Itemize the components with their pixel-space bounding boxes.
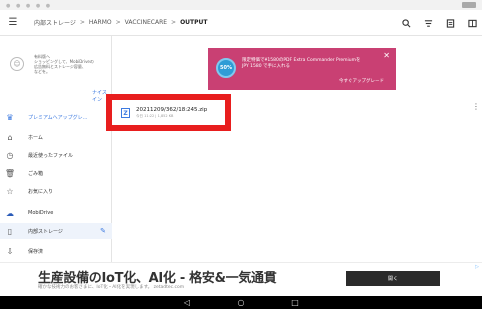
notification-icons: ● ● ● ● ● — [6, 3, 53, 9]
sidebar-item-label: ごみ箱 — [28, 170, 44, 177]
breadcrumb-separator: > — [171, 19, 177, 26]
close-icon[interactable]: ✕ — [383, 51, 390, 60]
avatar[interactable]: ☺ — [10, 57, 24, 71]
status-bar: ● ● ● ● ● — [0, 0, 482, 10]
sidebar-item-label: 内部ストレージ — [28, 228, 63, 235]
promo-card: ☺ 有料版へ ショッピングして、MobiDriveの 広告無料とストレージ容量、… — [4, 40, 110, 103]
sidebar-item-label: ホーム — [28, 134, 43, 141]
more-options-icon[interactable]: ⋮ — [472, 102, 480, 111]
home-icon: ⌂ — [7, 132, 13, 142]
breadcrumb-harmo[interactable]: HARMO — [89, 19, 112, 26]
sidebar-item-recent[interactable]: ◷ 最近使ったファイル — [0, 147, 112, 163]
ad-subtitle: 確かな技術力のお客さまに、IoT化・AI化を実現します。 zetadtec.co… — [38, 285, 185, 290]
ad-choices-icon[interactable]: ▷ — [475, 264, 479, 270]
document-icon[interactable] — [444, 17, 456, 29]
sidebar-item-saved[interactable]: ⇩ 保存済 — [0, 243, 112, 259]
menu-icon[interactable]: ☰ — [0, 10, 26, 36]
sidebar-item-home[interactable]: ⌂ ホーム — [0, 129, 112, 145]
edit-icon[interactable]: ✎ — [100, 227, 106, 235]
breadcrumb-internal-storage[interactable]: 内部ストレージ — [34, 18, 76, 27]
battery-icon — [462, 2, 476, 8]
recents-icon[interactable]: □ — [289, 298, 301, 307]
selection-highlight — [106, 94, 231, 131]
sidebar-item-label: プレミアムへアップグレ... — [28, 114, 88, 121]
clock-icon: ◷ — [6, 150, 14, 160]
home-button-icon[interactable]: ○ — [235, 298, 247, 307]
sidebar-item-trash[interactable]: 🗑 ごみ箱 — [0, 165, 112, 181]
ad-open-button[interactable]: 開く — [346, 271, 440, 286]
ad-banner[interactable]: 生産設備のIoT化、AI化 - 格安&一気通貫 確かな技術力のお客さまに、IoT… — [0, 262, 482, 296]
top-toolbar: ☰ 内部ストレージ > HARMO > VACCINECARE > OUTPUT — [0, 10, 482, 36]
sidebar-item-label: お気に入り — [28, 188, 54, 195]
crown-icon: ♛ — [6, 112, 14, 122]
sidebar-item-label: 最近使ったファイル — [28, 152, 74, 159]
banner-text: 限定特価で¥1580のPDF Extra Commander Premiumを … — [242, 58, 361, 69]
breadcrumb-output[interactable]: OUTPUT — [180, 19, 207, 26]
download-icon: ⇩ — [6, 246, 14, 256]
sort-icon[interactable] — [422, 17, 434, 29]
breadcrumb-separator: > — [115, 19, 121, 26]
breadcrumb: 内部ストレージ > HARMO > VACCINECARE > OUTPUT — [34, 18, 208, 27]
grid-view-icon[interactable] — [466, 17, 478, 29]
breadcrumb-separator: > — [79, 19, 85, 26]
sidebar-item-favorites[interactable]: ☆ お気に入り — [0, 183, 112, 199]
trash-icon: 🗑 — [4, 168, 16, 178]
android-nav-bar: ◁ ○ □ — [0, 296, 482, 309]
back-icon[interactable]: ◁ — [181, 298, 193, 307]
upgrade-now-link[interactable]: 今すぐアップグレード — [339, 78, 384, 84]
breadcrumb-vaccinecare[interactable]: VACCINECARE — [125, 19, 167, 26]
sidebar-item-upgrade[interactable]: ♛ プレミアムへアップグレ... — [0, 109, 112, 125]
star-icon: ☆ — [6, 186, 14, 196]
sidebar-item-label: MobiDrive — [28, 210, 54, 216]
sidebar-item-label: 保存済 — [28, 248, 44, 255]
upgrade-banner[interactable]: 50% 限定特価で¥1580のPDF Extra Commander Premi… — [208, 48, 396, 90]
cloud-icon: ☁ — [6, 208, 14, 218]
search-icon[interactable] — [400, 17, 412, 29]
phone-icon: ▯ — [7, 226, 13, 236]
discount-badge: 50% — [216, 58, 236, 78]
sidebar-item-internal-storage[interactable]: ▯ 内部ストレージ ✎ — [0, 223, 112, 239]
sidebar: ☺ 有料版へ ショッピングして、MobiDriveの 広告無料とストレージ容量、… — [0, 36, 112, 262]
promo-text: 有料版へ ショッピングして、MobiDriveの 広告無料とストレージ容量、 な… — [34, 54, 94, 74]
sidebar-item-mobidrive[interactable]: ☁ MobiDrive — [0, 205, 112, 221]
